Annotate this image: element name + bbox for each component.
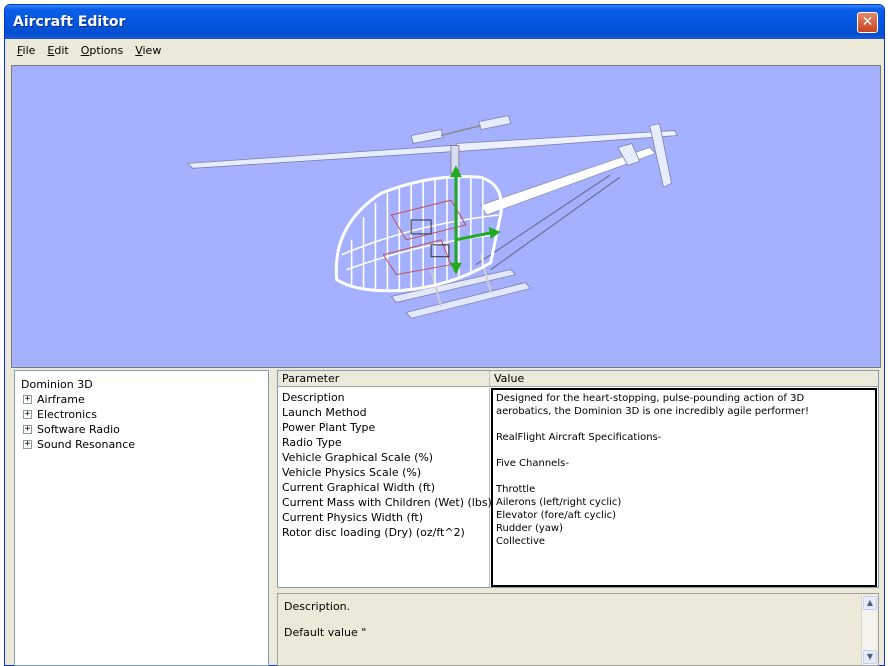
tree-root-item[interactable]: Dominion 3D	[19, 377, 264, 392]
description-title: Description.	[284, 600, 351, 613]
value-line: Elevator (fore/aft cyclic)	[496, 510, 617, 521]
expand-icon[interactable]: +	[23, 410, 32, 419]
value-line: Collective	[496, 536, 546, 547]
value-line-blank	[496, 418, 872, 431]
expand-icon[interactable]: +	[23, 395, 32, 404]
expand-icon[interactable]: +	[23, 425, 32, 434]
param-graphical-width[interactable]: Current Graphical Width (ft)	[282, 480, 485, 495]
expand-icon[interactable]: +	[23, 440, 32, 449]
rotor-blade-right	[455, 130, 679, 152]
menu-options-rest: ptions	[89, 43, 124, 57]
menu-file-rest: ile	[22, 43, 36, 57]
description-default-value: Default value "	[284, 626, 367, 639]
param-launch-method[interactable]: Launch Method	[282, 405, 485, 420]
value-line: Five Channels-	[496, 458, 569, 469]
menu-options[interactable]: Options	[75, 42, 129, 59]
tree-item-electronics[interactable]: + Electronics	[19, 407, 264, 422]
title-bar[interactable]: Aircraft Editor ✕	[5, 5, 884, 39]
rotor-blade-left	[186, 145, 457, 169]
menu-bar: File Edit Options View	[5, 39, 884, 61]
flybar-paddle-left	[410, 129, 444, 144]
value-line: Rudder (yaw)	[496, 523, 564, 534]
landing-skid-left	[390, 269, 517, 303]
param-physics-width[interactable]: Current Physics Width (ft)	[282, 510, 485, 525]
close-button[interactable]: ✕	[857, 12, 878, 33]
tree-item-label: Airframe	[37, 393, 85, 406]
boom-strut-2	[490, 176, 621, 271]
value-line: Throttle	[496, 484, 536, 495]
scroll-up-icon[interactable]: ▲	[863, 596, 877, 610]
flybar-paddle-right	[478, 115, 512, 131]
tree-item-sound-resonance[interactable]: + Sound Resonance	[19, 437, 264, 452]
component-tree[interactable]: Dominion 3D + Airframe + Electronics + S…	[14, 370, 269, 666]
column-header-parameter[interactable]: Parameter	[278, 371, 490, 386]
value-line: Ailerons (left/right cyclic)	[496, 497, 622, 508]
param-description[interactable]: Description	[282, 390, 485, 405]
value-line-blank	[496, 444, 872, 457]
tree-item-software-radio[interactable]: + Software Radio	[19, 422, 264, 437]
scroll-down-icon[interactable]: ▼	[863, 650, 877, 664]
menu-view[interactable]: View	[129, 42, 167, 59]
menu-view-rest: iew	[142, 43, 162, 57]
parameter-list: Description Launch Method Power Plant Ty…	[278, 388, 492, 588]
servo-components	[410, 219, 450, 258]
menu-view-accel: V	[135, 43, 143, 57]
menu-file[interactable]: File	[11, 42, 41, 59]
description-scrollbar[interactable]: ▲ ▼	[861, 595, 877, 665]
value-line: RealFlight Aircraft Specifications-	[496, 432, 662, 443]
tree-item-label: Software Radio	[37, 423, 120, 436]
grid-header: Parameter Value	[278, 371, 878, 387]
value-line: aerobatics, the Dominion 3D is one incre…	[496, 406, 809, 417]
helicopter-wireframe-image	[186, 115, 679, 319]
tree-item-label: Electronics	[37, 408, 97, 421]
description-panel: Description. Default value " ▲ ▼	[277, 593, 879, 666]
window-title: Aircraft Editor	[13, 14, 126, 30]
value-line: Designed for the heart-stopping, pulse-p…	[496, 393, 805, 404]
flybar	[440, 124, 481, 137]
parameter-grid: Parameter Value Description Launch Metho…	[277, 370, 879, 588]
menu-edit-rest: dit	[54, 43, 69, 57]
column-header-value[interactable]: Value	[490, 371, 878, 386]
tree-item-airframe[interactable]: + Airframe	[19, 392, 264, 407]
3d-viewport[interactable]	[11, 65, 881, 368]
value-editor[interactable]: Designed for the heart-stopping, pulse-p…	[491, 388, 877, 587]
param-physics-scale[interactable]: Vehicle Physics Scale (%)	[282, 465, 485, 480]
axis-z-head	[449, 262, 462, 275]
value-line-blank	[496, 470, 872, 483]
tree-item-label: Sound Resonance	[37, 438, 136, 451]
param-rotor-disc-loading[interactable]: Rotor disc loading (Dry) (oz/ft^2)	[282, 525, 485, 540]
param-mass-with-children[interactable]: Current Mass with Children (Wet) (lbs)	[282, 495, 492, 510]
param-power-plant-type[interactable]: Power Plant Type	[282, 420, 485, 435]
param-radio-type[interactable]: Radio Type	[282, 435, 485, 450]
param-graphical-scale[interactable]: Vehicle Graphical Scale (%)	[282, 450, 485, 465]
menu-edit[interactable]: Edit	[41, 42, 74, 59]
